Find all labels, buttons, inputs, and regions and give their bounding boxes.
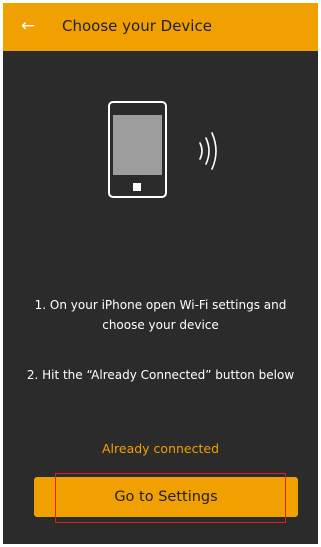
instruction-step-2: 2. Hit the “Already Connected” button be… xyxy=(26,368,295,382)
wifi-signal-icon xyxy=(199,132,217,170)
app-header: ← Choose your Device xyxy=(3,3,318,51)
device-illustration xyxy=(108,101,217,198)
instruction-step-1: 1. On your iPhone open Wi-Fi settings an… xyxy=(34,298,287,332)
app-screen: ← Choose your Device 1. On your iPhone o… xyxy=(3,3,318,544)
arrow-left-icon[interactable]: ← xyxy=(17,14,39,38)
already-connected-link[interactable]: Already connected xyxy=(3,439,318,459)
go-to-settings-button[interactable]: Go to Settings xyxy=(34,477,298,517)
smartphone-icon xyxy=(108,101,167,198)
page-title: Choose your Device xyxy=(62,17,212,35)
